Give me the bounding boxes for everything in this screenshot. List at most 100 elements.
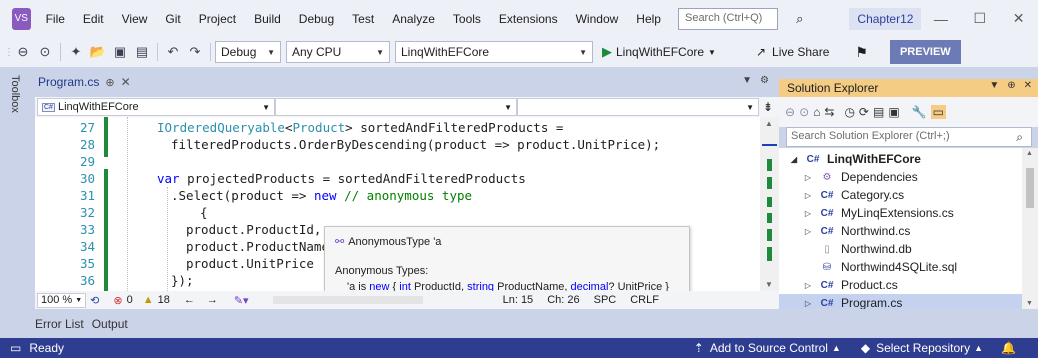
menu-analyze[interactable]: Analyze <box>383 12 444 26</box>
settings-icon[interactable]: ⚙ <box>760 75 769 86</box>
column-indicator[interactable]: Ch: 26 <box>547 294 579 306</box>
menu-extensions[interactable]: Extensions <box>490 12 567 26</box>
preview-badge[interactable]: PREVIEW <box>889 40 961 64</box>
menu-test[interactable]: Test <box>343 12 383 26</box>
whitespace-indicator[interactable]: SPC <box>594 294 617 306</box>
intellicode-icon[interactable]: ✎▾ <box>234 294 249 307</box>
chevron-up-icon[interactable]: ▲ <box>974 343 983 353</box>
pin-icon[interactable]: ⊕ <box>105 76 114 89</box>
switch-views-icon[interactable]: ⇆ <box>824 105 834 119</box>
back-icon[interactable]: ⊖ <box>785 105 795 119</box>
next-issue-icon[interactable]: → <box>207 294 218 306</box>
scroll-down-icon[interactable]: ▼ <box>765 280 773 289</box>
scroll-up-icon[interactable]: ▲ <box>765 119 773 128</box>
split-icon[interactable]: ⇟ <box>763 100 773 114</box>
menu-git[interactable]: Git <box>156 12 189 26</box>
notifications-icon[interactable]: 🔔 <box>1001 341 1016 355</box>
type-nav-dropdown[interactable]: ▼ <box>275 98 517 116</box>
menu-view[interactable]: View <box>113 12 157 26</box>
collapsed-icon[interactable]: ▷ <box>803 299 813 308</box>
tree-item-file[interactable]: ▷ C# Product.cs <box>803 276 898 294</box>
sync-icon[interactable]: ⟳ <box>859 105 869 119</box>
error-count[interactable]: 0 <box>127 294 133 306</box>
tree-item-file-selected[interactable]: ▷ C# Program.cs <box>779 294 1022 309</box>
tree-item-file[interactable]: ▷ C# Northwind.cs <box>803 222 910 240</box>
tree-item-file[interactable]: ▯ Northwind.db <box>819 240 911 258</box>
preview-selected-icon[interactable]: ▭ <box>930 105 946 119</box>
minimize-icon[interactable]: — <box>921 11 960 27</box>
show-all-files-icon[interactable]: ▣ <box>888 105 899 119</box>
pin-icon[interactable]: ⊕ <box>1007 80 1015 91</box>
redo-icon[interactable]: ↷ <box>184 44 206 60</box>
editor-horizontal-scrollbar[interactable] <box>272 296 423 304</box>
search-icon[interactable]: ⌕ <box>796 11 803 27</box>
panel-dropdown-icon[interactable]: ▼ <box>989 80 999 91</box>
tab-output[interactable]: Output <box>92 317 128 331</box>
line-ending-indicator[interactable]: CRLF <box>630 294 659 306</box>
pending-changes-filter-icon[interactable]: ◷ <box>844 105 854 119</box>
start-debugging-button[interactable]: ▶ LinqWithEFCore ▼ <box>602 44 716 60</box>
warning-icon[interactable]: ▲ <box>143 294 154 306</box>
collapsed-icon[interactable]: ▷ <box>803 209 813 218</box>
forward-icon[interactable]: ⊙ <box>799 105 809 119</box>
home-icon[interactable]: ⌂ <box>813 105 820 119</box>
tree-item-file[interactable]: ▷ C# MyLinqExtensions.cs <box>803 204 954 222</box>
previous-issue-icon[interactable]: ← <box>184 294 195 306</box>
platform-dropdown[interactable]: Any CPU ▼ <box>286 41 390 63</box>
chevron-up-icon[interactable]: ▲ <box>832 343 841 353</box>
tab-dropdown-icon[interactable]: ▼ <box>742 75 752 86</box>
menu-window[interactable]: Window <box>567 12 628 26</box>
expanded-icon[interactable]: ◢ <box>789 155 799 164</box>
error-icon[interactable]: ⊗ <box>113 294 122 307</box>
live-share-button[interactable]: ↗ Live Share <box>756 45 829 59</box>
startup-project-dropdown[interactable]: LinqWithEFCore ▼ <box>395 41 593 63</box>
toolbar-grip-icon[interactable]: ⋮ <box>4 47 14 58</box>
undo-icon[interactable]: ↶ <box>162 44 184 60</box>
tree-item-file[interactable]: ▷ C# Category.cs <box>803 186 904 204</box>
search-icon[interactable]: ⌕ <box>1016 130 1023 145</box>
menu-help[interactable]: Help <box>627 12 670 26</box>
toolbox-tab[interactable]: Toolbox <box>9 75 21 113</box>
select-repository-button[interactable]: Select Repository <box>876 341 970 355</box>
git-repository-icon[interactable]: ◆ <box>861 341 870 355</box>
tab-error-list[interactable]: Error List <box>35 317 84 331</box>
zoom-dropdown[interactable]: 100 % ▼ <box>37 292 87 308</box>
properties-icon[interactable]: 🔧 <box>912 105 927 119</box>
save-all-icon[interactable]: ▤ <box>131 44 153 60</box>
editor-vertical-scrollbar[interactable]: ▲ ▼ <box>760 117 779 291</box>
add-source-control-button[interactable]: Add to Source Control <box>710 341 828 355</box>
menu-build[interactable]: Build <box>245 12 290 26</box>
code-cleanup-icon[interactable]: ⟲ <box>90 294 99 307</box>
warning-count[interactable]: 18 <box>158 294 170 306</box>
menu-tools[interactable]: Tools <box>444 12 490 26</box>
line-indicator[interactable]: Ln: 15 <box>503 294 534 306</box>
configuration-dropdown[interactable]: Debug ▼ <box>215 41 281 63</box>
menu-file[interactable]: File <box>37 12 74 26</box>
open-file-icon[interactable]: 📂 <box>87 44 109 60</box>
member-nav-dropdown[interactable]: ▼ <box>517 98 759 116</box>
solution-explorer-scrollbar[interactable]: ▲ ▼ <box>1022 148 1038 309</box>
new-project-icon[interactable]: ✦ <box>65 44 87 60</box>
save-icon[interactable]: ▣ <box>109 44 131 60</box>
close-panel-icon[interactable]: ✕ <box>1024 80 1032 91</box>
chevron-down-icon[interactable]: ▼ <box>708 48 716 57</box>
tab-program-cs[interactable]: Program.cs ⊕ ✕ <box>38 75 131 89</box>
scroll-thumb[interactable] <box>1026 168 1034 208</box>
back-icon[interactable]: ⊖ <box>12 44 34 60</box>
close-icon[interactable]: ✕ <box>999 10 1038 27</box>
global-search-input[interactable]: Search (Ctrl+Q) <box>677 7 779 30</box>
collapsed-icon[interactable]: ▷ <box>803 227 813 236</box>
collapsed-icon[interactable]: ▷ <box>803 281 813 290</box>
menu-edit[interactable]: Edit <box>74 12 113 26</box>
scroll-down-icon[interactable]: ▼ <box>1026 300 1033 307</box>
menu-project[interactable]: Project <box>190 12 245 26</box>
collapse-all-icon[interactable]: ▤ <box>873 105 884 119</box>
tree-item-dependencies[interactable]: ▷ ⚙ Dependencies <box>803 168 918 186</box>
source-control-upload-icon[interactable]: ⇡ <box>694 341 704 355</box>
scroll-up-icon[interactable]: ▲ <box>1026 150 1033 157</box>
close-tab-icon[interactable]: ✕ <box>121 75 131 89</box>
menu-debug[interactable]: Debug <box>290 12 343 26</box>
tree-item-file[interactable]: ⛁ Northwind4SQLite.sql <box>819 258 957 276</box>
tree-item-project[interactable]: ◢ C# LinqWithEFCore <box>789 150 921 168</box>
collapsed-icon[interactable]: ▷ <box>803 191 813 200</box>
